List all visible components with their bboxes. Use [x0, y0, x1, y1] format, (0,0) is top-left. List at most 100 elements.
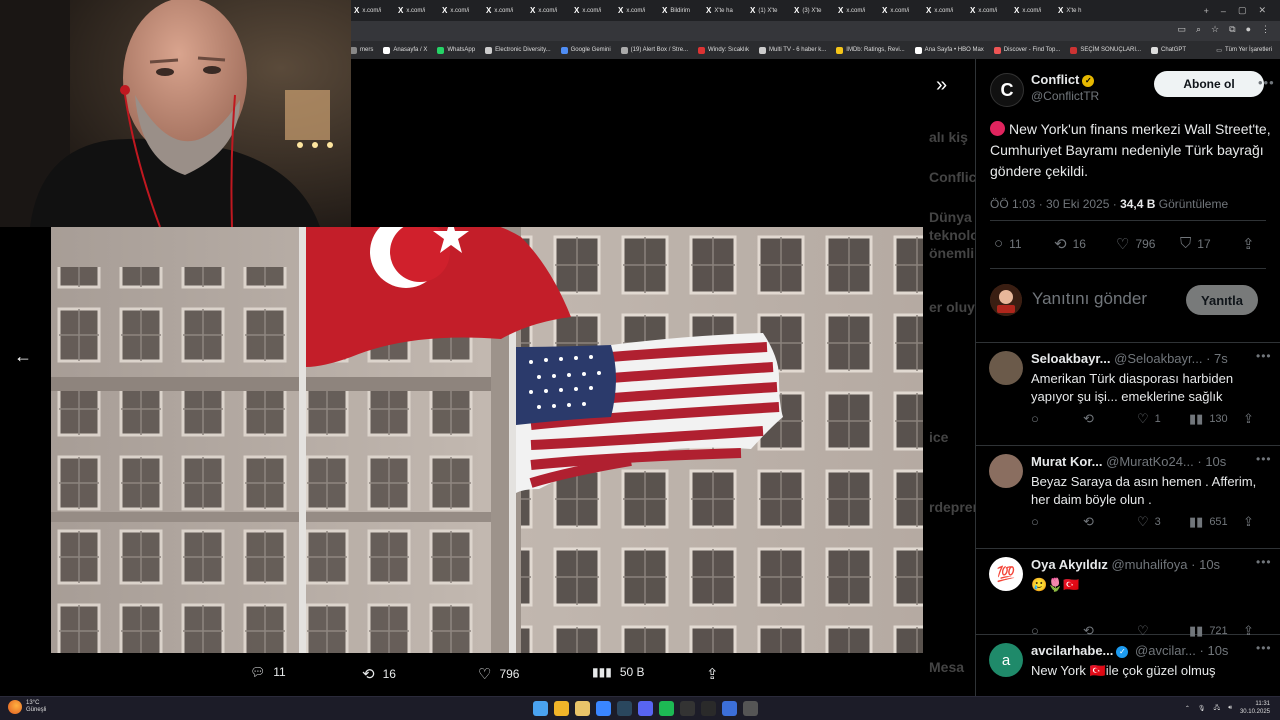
browser-tab[interactable]: Xx.com/i — [834, 0, 878, 21]
reply-author-name[interactable]: avcilarhabe... — [1031, 643, 1113, 658]
heart-button[interactable]: ♡ 3 — [1137, 514, 1161, 530]
extensions-icon[interactable]: ⧉ — [1229, 24, 1235, 35]
bookmark-item[interactable]: Multi TV - 6 haber k... — [759, 46, 826, 54]
views-button[interactable]: ▮▮ 651 — [1189, 514, 1228, 530]
reply-time[interactable]: · 10s — [1200, 643, 1229, 658]
bookmark-item[interactable]: mers — [350, 46, 373, 54]
reply-author-handle[interactable]: @MuratKo24... — [1106, 454, 1194, 469]
bookmark-item[interactable]: Ana Sayfa • HBO Max — [914, 46, 984, 54]
more-options-icon[interactable]: ••• — [1256, 452, 1272, 466]
reply-button[interactable]: ○ — [1031, 411, 1039, 426]
browser-tab[interactable]: X Bildirim — [658, 0, 702, 21]
back-arrow-icon[interactable]: ← — [14, 346, 32, 367]
views-button[interactable]: ▮▮ 130 — [1189, 411, 1228, 427]
close-icon[interactable]: ✕ — [1258, 5, 1266, 16]
discord-icon[interactable] — [638, 701, 653, 716]
reply-button[interactable]: ○ 11 — [994, 235, 1022, 252]
repost-button[interactable]: ⟲ — [1083, 411, 1094, 427]
bookmark-item[interactable]: Anasayfa / X — [383, 46, 427, 54]
tray-chevron-icon[interactable]: ⌃ — [1185, 705, 1190, 712]
bookmark-item[interactable]: Windy: Sıcaklık — [698, 46, 749, 54]
browser-tab[interactable]: Xx.com/i — [526, 0, 570, 21]
browser-tab[interactable]: Xx.com/i — [438, 0, 482, 21]
bookmark-button[interactable]: ⛉ 17 — [1180, 235, 1211, 252]
reply-author-handle[interactable]: @avcilar... — [1135, 643, 1196, 658]
follow-button[interactable]: Abone ol — [1154, 71, 1264, 97]
browser-tab[interactable]: Xx.com/i — [350, 0, 394, 21]
share-button[interactable]: ⇪ — [1243, 411, 1254, 427]
reply-avatar[interactable]: 💯 — [989, 557, 1023, 591]
post-author-handle[interactable]: @ConflictTR — [1031, 89, 1099, 103]
steam-icon[interactable] — [617, 701, 632, 716]
zoom-icon[interactable]: ⌕ — [1196, 24, 1201, 35]
media-repost-button[interactable]: ⟲ 16 — [362, 665, 396, 683]
bookmark-item[interactable]: Discover - Find Top... — [993, 46, 1060, 54]
app-icon[interactable] — [701, 701, 716, 716]
volume-icon[interactable]: 🔊︎ — [1228, 705, 1232, 712]
browser-tab[interactable]: X (1) X'te — [746, 0, 790, 21]
reply-author-name[interactable]: Murat Kor... — [1031, 454, 1103, 469]
reply-input[interactable]: Yanıtını gönder — [1032, 289, 1147, 309]
browser-tab[interactable]: Xx.com/i — [878, 0, 922, 21]
bookmark-item[interactable]: WhatsApp — [437, 46, 475, 54]
more-options-icon[interactable]: ••• — [1256, 641, 1272, 655]
browser-tab[interactable]: Xx.com/i — [394, 0, 438, 21]
store-icon[interactable] — [596, 701, 611, 716]
browser-taskbar-icon[interactable] — [554, 701, 569, 716]
bookmark-item[interactable]: (19) Alert Box / Stre... — [620, 46, 688, 54]
weather-widget[interactable]: 13°C Güneşli — [8, 700, 46, 714]
file-explorer-icon[interactable] — [575, 701, 590, 716]
profile-icon[interactable]: ● — [1246, 24, 1251, 35]
share-button[interactable]: ⇪ — [1243, 514, 1254, 530]
media-views-button[interactable]: ▮▮▮ 50 B — [592, 665, 645, 679]
reply-item[interactable]: 💯 Oya Akyıldız @muhalifoya · 10s ••• 🥲🌷🇹🇷 ○ ⟲… — [976, 549, 1280, 638]
reply-author-name[interactable]: Seloakbayr... — [1031, 351, 1111, 366]
reply-avatar[interactable]: a — [989, 643, 1023, 677]
network-icon[interactable]: 🖧︎ — [1213, 703, 1220, 713]
bookmark-item[interactable]: ChatGPT — [1151, 46, 1186, 54]
expand-panel-icon[interactable]: » — [936, 74, 947, 97]
reply-button[interactable]: ○ — [1031, 514, 1039, 529]
more-options-icon[interactable]: ••• — [1256, 349, 1272, 363]
new-tab-icon[interactable]: + — [1204, 6, 1209, 16]
like-button[interactable]: ♡ 796 — [1116, 235, 1155, 253]
share-button[interactable]: ⇪ — [1242, 235, 1255, 253]
browser-menu-icon[interactable]: ⋮ — [1261, 24, 1270, 35]
bookmark-item[interactable]: Google Gemini — [560, 46, 611, 54]
browser-tab[interactable]: X X'te h — [1054, 0, 1098, 21]
clock[interactable]: 11:31 30.10.2025 — [1240, 700, 1270, 716]
all-bookmarks-button[interactable]: ▭ Tüm Yer İşaretleri — [1216, 47, 1280, 54]
post-timestamp[interactable]: ÖÖ 1:03 · 30 Eki 2025 · — [990, 197, 1120, 211]
reply-avatar[interactable] — [989, 454, 1023, 488]
browser-tab[interactable]: X (3) X'te — [790, 0, 834, 21]
reply-time[interactable]: · 10s — [1191, 557, 1220, 572]
media-share-button[interactable]: ⇪ — [706, 665, 719, 683]
more-options-icon[interactable]: ••• — [1258, 75, 1275, 90]
reply-time[interactable]: · 10s — [1197, 454, 1226, 469]
reply-author-name[interactable]: Oya Akyıldız — [1031, 557, 1108, 572]
reply-time[interactable]: · 7s — [1206, 351, 1228, 366]
mic-icon[interactable]: 🎙︎ — [1198, 705, 1206, 712]
epic-games-icon[interactable] — [680, 701, 695, 716]
browser-tab[interactable]: Xx.com/i — [1010, 0, 1054, 21]
reply-item[interactable]: Seloakbayr... @Seloakbayr... · 7s ••• Amer… — [976, 343, 1280, 446]
browser-tab[interactable]: Xx.com/i — [922, 0, 966, 21]
bookmark-star-icon[interactable]: ☆ — [1211, 24, 1219, 35]
browser-tab[interactable]: Xx.com/i — [482, 0, 526, 21]
browser-tab[interactable]: Xx.com/i — [614, 0, 658, 21]
heart-button[interactable]: ♡ 1 — [1137, 411, 1161, 427]
reply-item[interactable]: a avcilarhabe... ✓ @avcilar... · 10s ••• New… — [976, 635, 1280, 696]
bookmark-item[interactable]: Electronic Diversity... — [485, 46, 551, 54]
reply-avatar[interactable] — [989, 351, 1023, 385]
media-reply-button[interactable]: 💬︎ 11 — [250, 665, 286, 679]
more-options-icon[interactable]: ••• — [1256, 555, 1272, 569]
browser-tab[interactable]: X X'te ha — [702, 0, 746, 21]
obs-icon[interactable] — [743, 701, 758, 716]
bookmark-item[interactable]: SEÇİM SONUÇLARI... — [1070, 46, 1141, 54]
reply-author-handle[interactable]: @Seloakbayr... — [1114, 351, 1202, 366]
browser-tab[interactable]: Xx.com/i — [966, 0, 1010, 21]
start-icon[interactable] — [533, 701, 548, 716]
reply-submit-button[interactable]: Yanıtla — [1186, 285, 1258, 315]
post-photo[interactable] — [51, 227, 923, 653]
repost-button[interactable]: ⟲ — [1083, 514, 1094, 530]
